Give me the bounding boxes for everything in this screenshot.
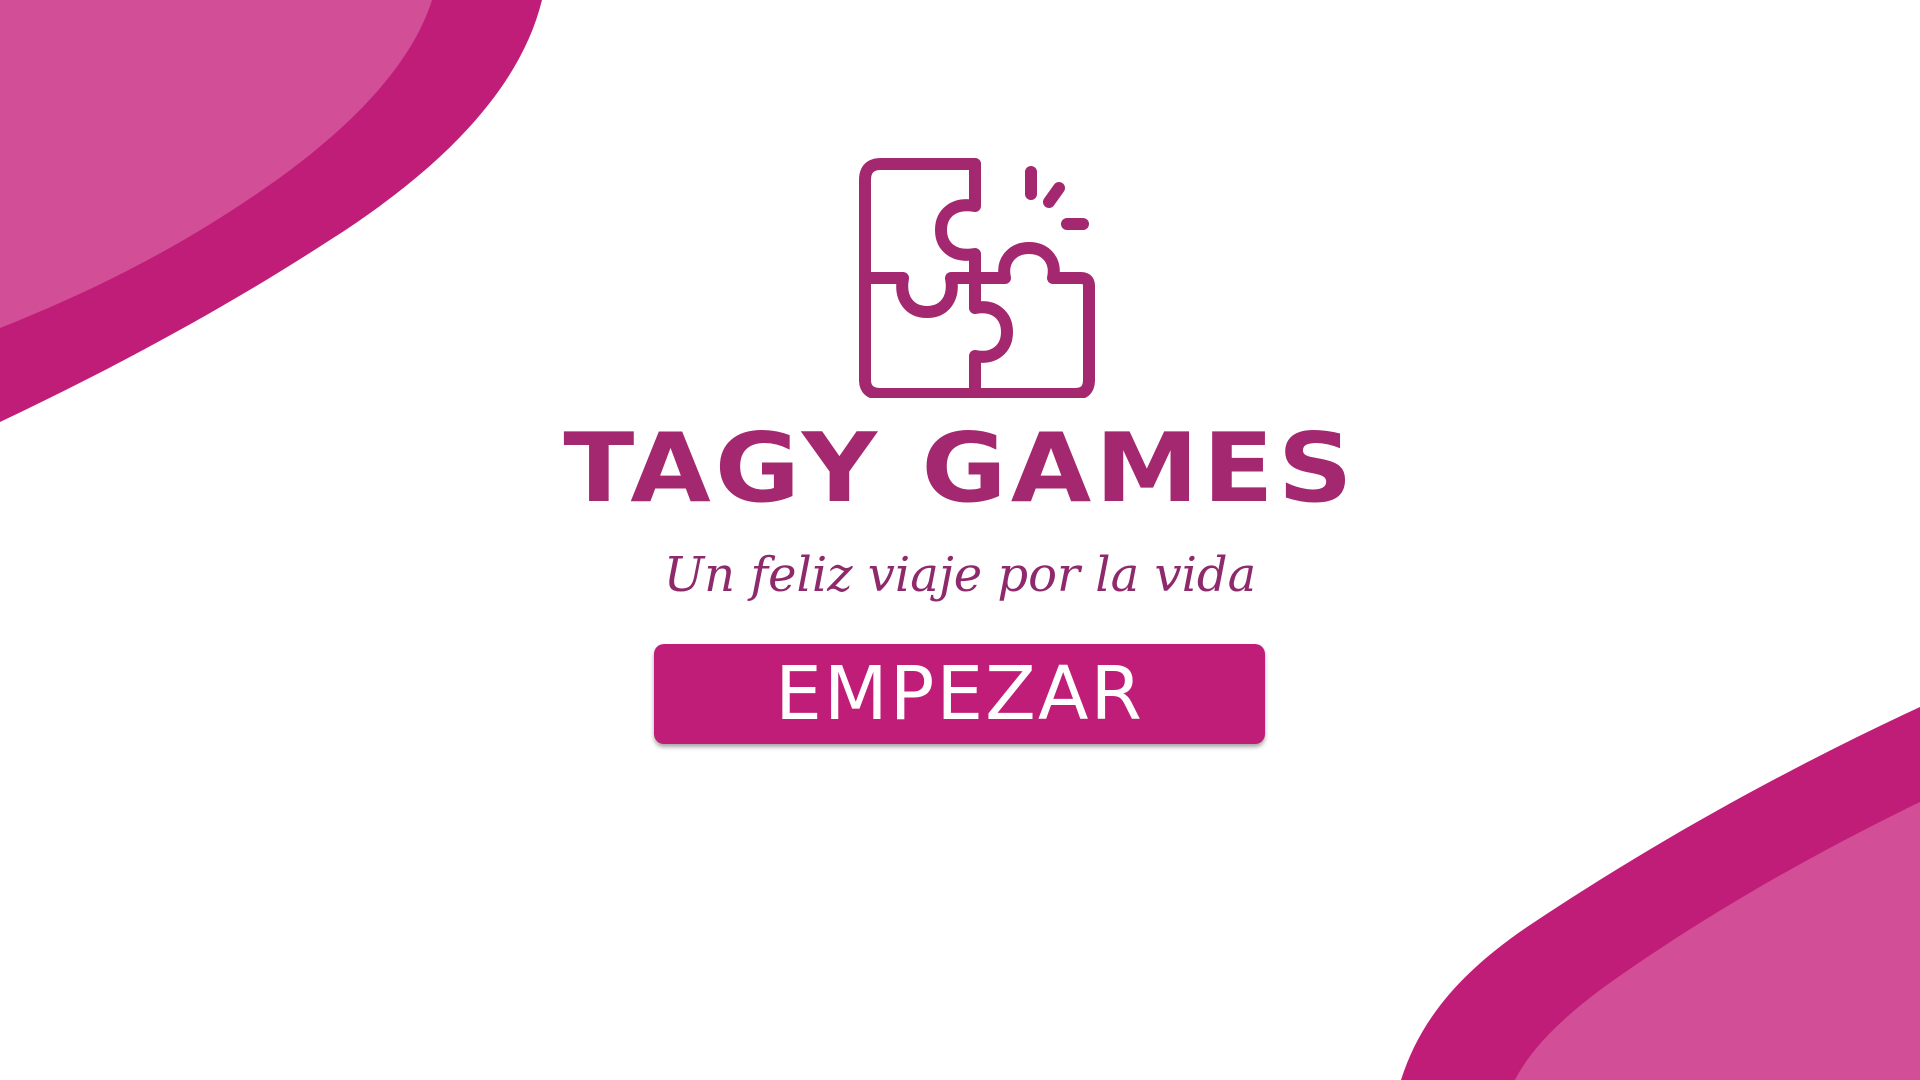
splash-screen: TAGY GAMES Un feliz viaje por la vida EM… (0, 0, 1920, 1080)
brand-title: TAGY GAMES (563, 411, 1357, 525)
start-button-label: EMPEZAR (775, 651, 1144, 737)
start-button[interactable]: EMPEZAR (654, 644, 1265, 744)
puzzle-icon (859, 158, 1095, 398)
brand-tagline: Un feliz viaje por la vida (663, 547, 1257, 603)
